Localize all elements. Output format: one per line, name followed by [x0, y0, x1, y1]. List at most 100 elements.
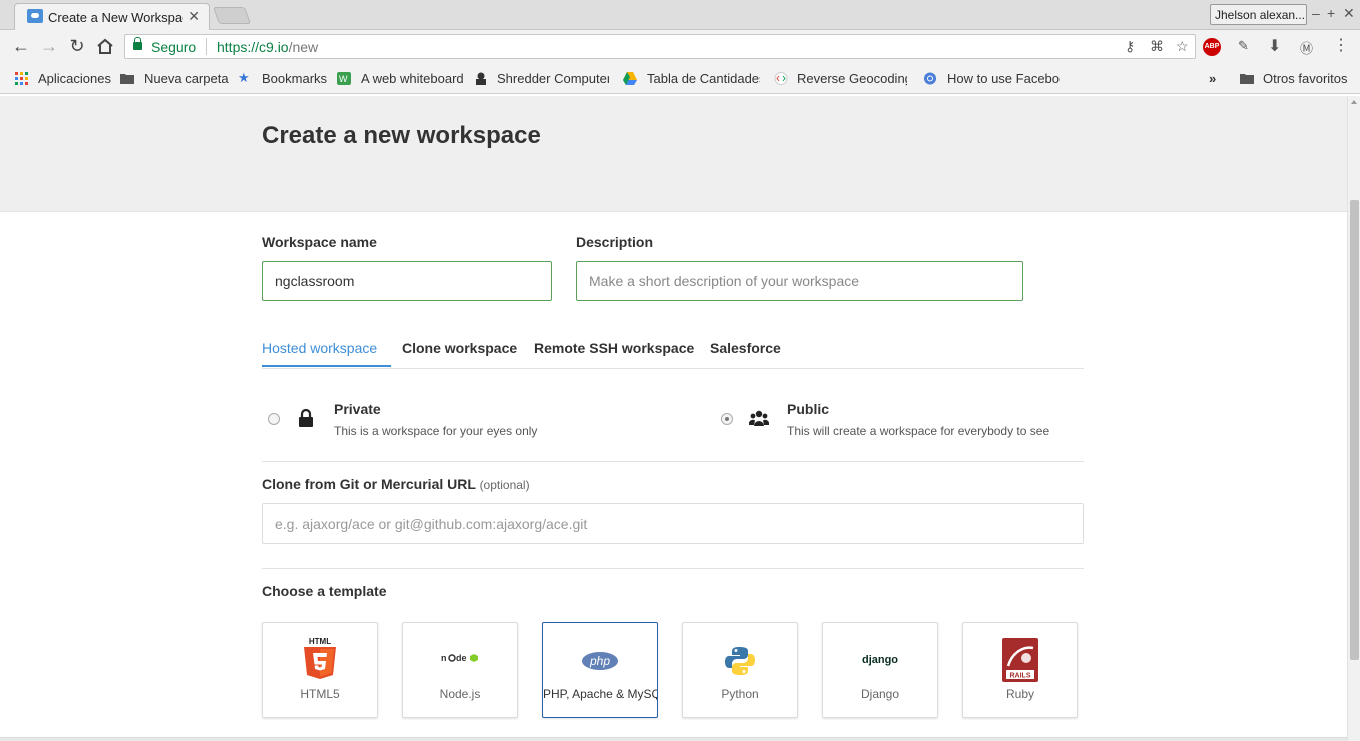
chrome-icon: [924, 72, 936, 85]
secure-label: Seguro: [151, 39, 197, 55]
minimize-icon[interactable]: –: [1312, 5, 1320, 21]
workspace-name-label: Workspace name: [262, 234, 377, 250]
browser-tab[interactable]: Create a New Workspace ✕: [14, 3, 210, 30]
translate-icon[interactable]: ⌘: [1150, 38, 1164, 55]
nodejs-icon: n de: [441, 653, 478, 663]
adblock-icon[interactable]: ABP: [1203, 38, 1221, 56]
tab-remote-ssh-workspace[interactable]: Remote SSH workspace: [534, 340, 694, 356]
other-folder-icon: [1240, 74, 1254, 84]
whiteboard-icon: W: [337, 72, 351, 85]
python-icon: [725, 647, 755, 675]
svg-text:django: django: [862, 654, 898, 666]
private-title: Private: [334, 401, 381, 417]
private-description: This is a workspace for your eyes only: [334, 424, 538, 438]
svg-text:W: W: [339, 74, 348, 84]
users-icon: [749, 410, 769, 426]
new-tab-button[interactable]: [212, 7, 252, 24]
description-input[interactable]: [576, 261, 1023, 301]
public-description: This will create a workspace for everybo…: [787, 424, 1050, 438]
bookmark-bookmarks[interactable]: Bookmarks: [262, 71, 327, 86]
reload-icon[interactable]: ↻: [66, 36, 88, 57]
svg-text:php: php: [589, 654, 610, 668]
bookmark-shredder[interactable]: Shredder Computer: [497, 71, 609, 86]
geocoding-icon: [774, 72, 788, 85]
page-header: Create a new workspace: [0, 96, 1347, 212]
bookmarks-bar: Aplicaciones Nueva carpeta ★ Bookmarks W…: [0, 64, 1360, 94]
tab-strip: Create a New Workspace ✕ Jhelson alexan.…: [0, 0, 1360, 30]
bookmark-apps[interactable]: Aplicaciones: [38, 71, 111, 86]
lock-icon: [133, 37, 142, 50]
template-label: Ruby: [1005, 687, 1034, 701]
template-ruby[interactable]: RAILS Ruby: [962, 622, 1078, 718]
key-icon[interactable]: ⚷: [1125, 38, 1135, 55]
scroll-up-icon[interactable]: [1351, 100, 1357, 104]
divider: [262, 461, 1084, 462]
apps-grid-icon: [15, 72, 28, 85]
url-separator: [206, 38, 207, 55]
menu-icon[interactable]: ⋮: [1333, 35, 1349, 55]
workspace-type-tabs: Hosted workspace Clone workspace Remote …: [262, 336, 1084, 369]
star-icon[interactable]: ☆: [1176, 38, 1189, 55]
scroll-thumb[interactable]: [1350, 200, 1359, 660]
html5-icon: HTML: [304, 637, 336, 679]
template-label: Node.js: [439, 687, 481, 701]
template-nodejs[interactable]: n de Node.js: [402, 622, 518, 718]
divider: [262, 568, 1084, 569]
window-close-icon[interactable]: ✕: [1343, 5, 1355, 22]
home-icon[interactable]: [96, 38, 114, 55]
svg-text:n: n: [441, 653, 447, 663]
drive-icon: [623, 72, 637, 85]
tab-salesforce[interactable]: Salesforce: [710, 340, 781, 356]
template-php[interactable]: php PHP, Apache & MySQL: [542, 622, 658, 718]
back-icon[interactable]: ←: [10, 36, 32, 57]
optional-hint: (optional): [479, 478, 530, 492]
address-bar[interactable]: Seguro https://c9.io/new ⚷ ⌘ ☆: [124, 34, 1196, 59]
download-icon[interactable]: ⬇: [1268, 36, 1281, 56]
bookmarks-overflow[interactable]: »: [1209, 71, 1216, 86]
shredder-icon: [476, 72, 486, 85]
bookmark-otros-favoritos[interactable]: Otros favoritos: [1263, 71, 1348, 86]
cloud9-icon: [27, 9, 43, 23]
template-heading: Choose a template: [262, 583, 387, 599]
public-radio[interactable]: [721, 413, 733, 425]
tab-hosted-workspace[interactable]: Hosted workspace: [262, 340, 377, 356]
template-label: Django: [860, 687, 900, 701]
extension-m-icon[interactable]: Ⓜ: [1300, 38, 1313, 57]
browser-toolbar: ← → ↻ Seguro https://c9.io/new ⚷ ⌘ ☆ ABP…: [0, 30, 1360, 64]
template-html5[interactable]: HTML HTML5: [262, 622, 378, 718]
clone-url-input[interactable]: [262, 503, 1084, 544]
profile-button[interactable]: Jhelson alexan...: [1210, 4, 1307, 25]
template-label: Python: [721, 687, 759, 701]
eyedropper-icon[interactable]: ✎: [1238, 38, 1249, 54]
url-text[interactable]: https://c9.io/new: [217, 39, 318, 55]
tab-title: Create a New Workspace: [48, 10, 183, 25]
page-scrollbar[interactable]: [1347, 96, 1360, 741]
php-icon: php: [582, 652, 618, 670]
padlock-icon: [299, 408, 313, 427]
bookmark-web-whiteboard[interactable]: A web whiteboard: [361, 71, 464, 86]
bookmark-nueva-carpeta[interactable]: Nueva carpeta: [144, 71, 229, 86]
public-title: Public: [787, 401, 830, 417]
page-title: Create a new workspace: [262, 122, 541, 149]
template-label: PHP, Apache & MySQL: [543, 687, 657, 701]
private-radio[interactable]: [268, 413, 280, 425]
rails-icon: RAILS: [1002, 638, 1038, 682]
template-label: HTML5: [300, 687, 340, 701]
workspace-name-input[interactable]: [262, 261, 552, 301]
bookmark-tabla[interactable]: Tabla de Cantidades: [647, 71, 760, 86]
svg-text:HTML: HTML: [309, 637, 331, 646]
bookmark-facebook[interactable]: How to use Facebook: [947, 71, 1060, 86]
folder-icon: [120, 74, 134, 84]
svg-text:RAILS: RAILS: [1010, 673, 1031, 680]
svg-text:de: de: [456, 653, 467, 663]
maximize-icon[interactable]: +: [1327, 5, 1335, 21]
close-icon[interactable]: ✕: [188, 8, 200, 25]
forward-icon[interactable]: →: [38, 36, 60, 57]
bookmark-geocoding[interactable]: Reverse Geocoding: [797, 71, 907, 86]
template-python[interactable]: Python: [682, 622, 798, 718]
tab-clone-workspace[interactable]: Clone workspace: [402, 340, 517, 356]
django-icon: django: [862, 654, 898, 666]
active-tab-indicator: [262, 365, 391, 367]
clone-url-label: Clone from Git or Mercurial URL (optiona…: [262, 476, 530, 492]
template-django[interactable]: django Django: [822, 622, 938, 718]
